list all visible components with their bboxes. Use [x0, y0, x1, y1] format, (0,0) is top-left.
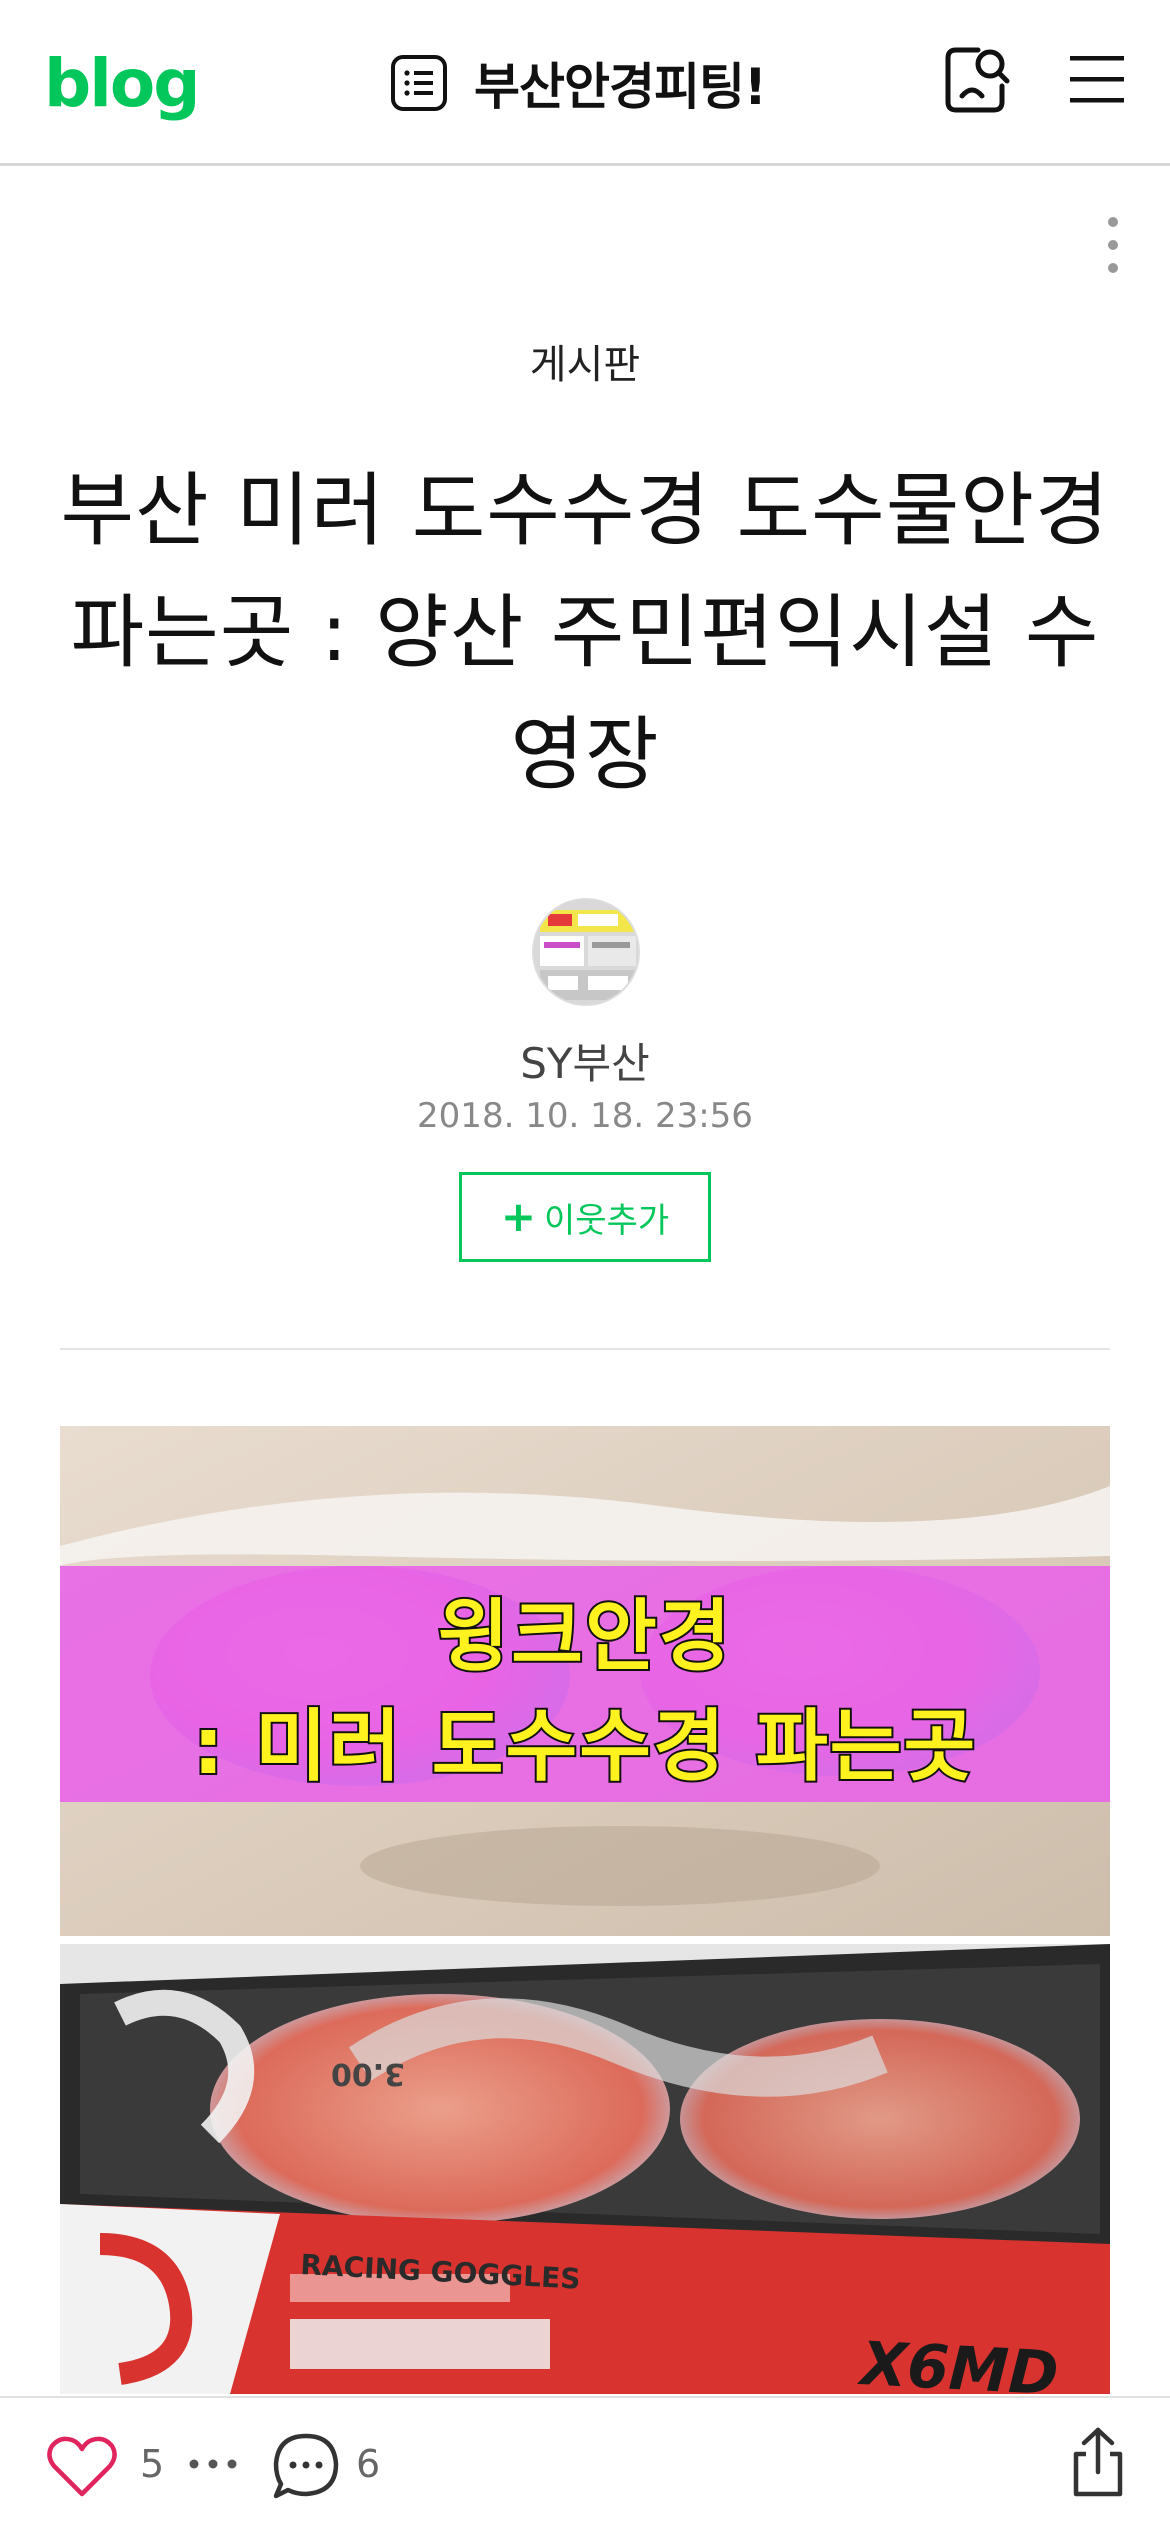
author-name[interactable]: SY부산	[0, 1030, 1170, 1091]
author-avatar[interactable]	[532, 898, 640, 1006]
box-model-text: X6MD	[855, 2329, 1060, 2394]
post-list-icon[interactable]	[390, 54, 448, 112]
comment-icon[interactable]	[272, 2432, 340, 2500]
like-count[interactable]: 5	[140, 2442, 164, 2486]
more-dots-icon[interactable]	[186, 2456, 240, 2472]
bottom-action-bar: 5 6	[0, 2396, 1170, 2532]
blog-title[interactable]: 부산안경피팅!	[474, 47, 767, 119]
share-icon[interactable]	[1068, 2426, 1128, 2498]
post-image-1[interactable]: 윙크안경 : 미러 도수수경 파는곳	[60, 1426, 1110, 1936]
add-neighbor-label: 이웃추가	[544, 1200, 670, 1241]
image-caption-line-2: : 미러 도수수경 파는곳	[191, 1700, 978, 1794]
avatar-image	[534, 900, 638, 1004]
post-date: 2018. 10. 18. 23:56	[417, 1096, 753, 1136]
search-icon[interactable]	[942, 44, 1010, 116]
post-category[interactable]: 게시판	[0, 332, 1170, 390]
blog-title-link[interactable]: 부산안경피팅!	[390, 40, 767, 126]
top-navigation-bar: blog 부산안경피팅!	[0, 0, 1170, 166]
blog-logo[interactable]: blog	[44, 44, 200, 124]
content-divider	[60, 1348, 1110, 1350]
menu-icon[interactable]	[1068, 52, 1126, 108]
post-title: 부산 미러 도수수경 도수물안경 파는곳 : 양산 주민편익시설 수영장	[60, 464, 1110, 801]
lens-power-text: 3.00	[331, 2056, 405, 2091]
image-caption-line-1: 윙크안경	[435, 1590, 733, 1684]
goggles-box-photo: RACING GOGGLES X6MD 3.00	[60, 1944, 1110, 2394]
plus-icon: +	[500, 1192, 537, 1241]
post-image-2[interactable]: RACING GOGGLES X6MD 3.00	[60, 1944, 1110, 2394]
heart-icon[interactable]	[46, 2434, 118, 2498]
comment-count[interactable]: 6	[356, 2442, 380, 2486]
add-neighbor-button[interactable]: + 이웃추가	[459, 1172, 711, 1262]
more-options-icon[interactable]	[1096, 214, 1130, 276]
